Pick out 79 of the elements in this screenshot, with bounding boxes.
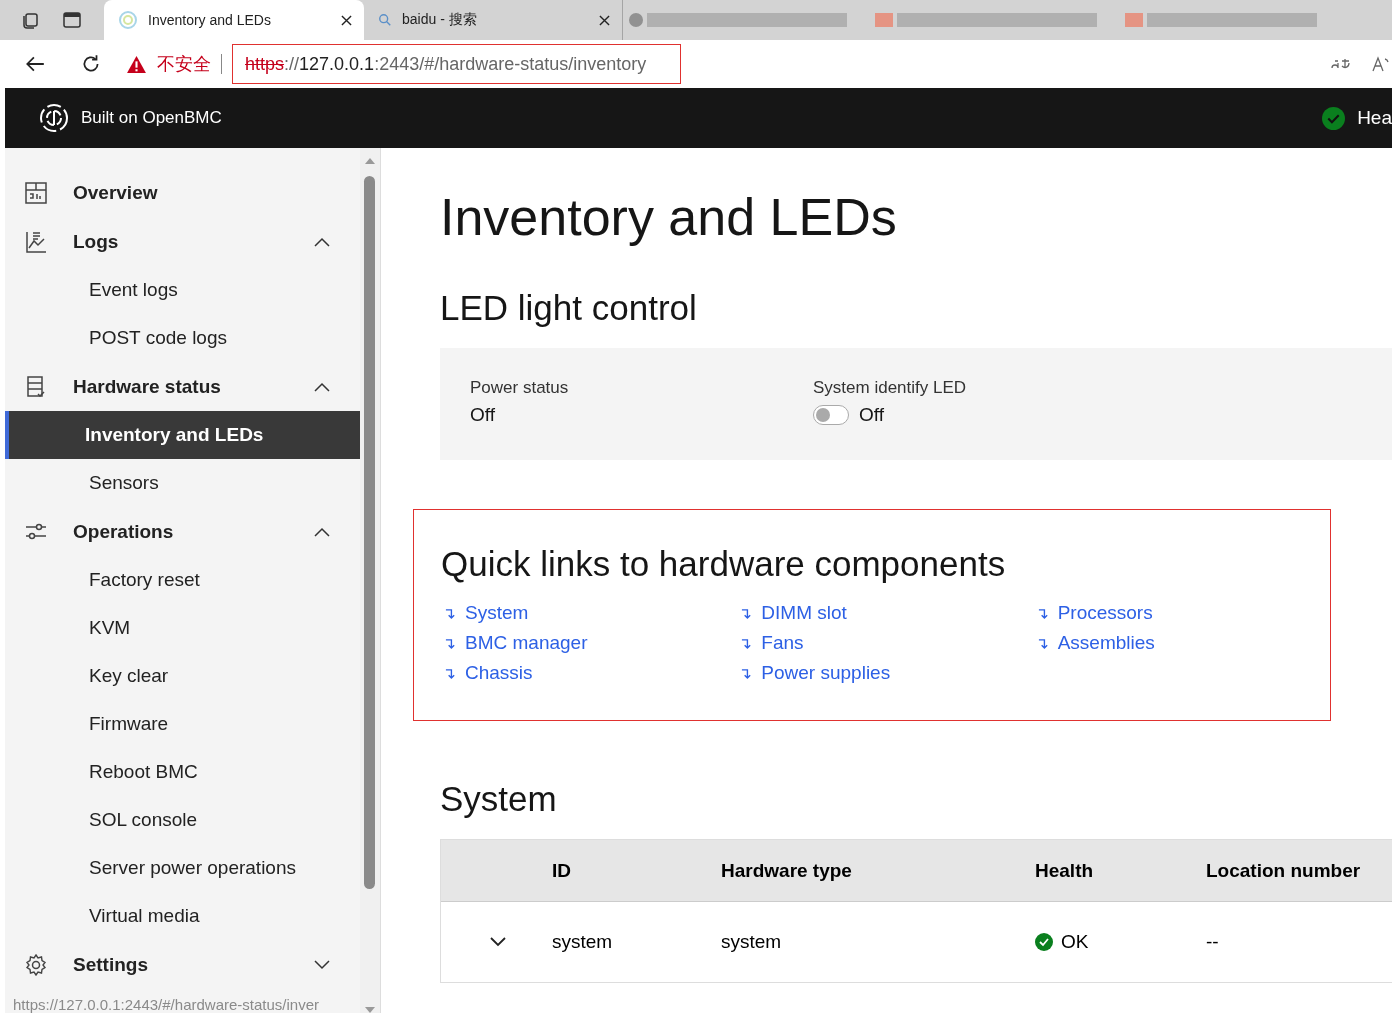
nav-subitem[interactable]: Virtual media xyxy=(5,892,360,940)
chevron-up-icon xyxy=(314,526,330,537)
dashboard-icon xyxy=(25,181,47,204)
table-cell-text: system xyxy=(721,931,783,954)
chevron-down-icon[interactable] xyxy=(490,937,506,948)
tab-actions-icon[interactable] xyxy=(62,10,82,30)
openbmc-logo-icon[interactable] xyxy=(39,103,69,133)
table-cell: OK xyxy=(1061,931,1089,954)
jump-arrow-icon xyxy=(1037,636,1049,650)
address-field[interactable]: https://127.0.0.1:2443/#/hardware-status/inventory xyxy=(232,44,682,84)
brand-name[interactable]: Built on OpenBMC xyxy=(81,108,222,128)
page-title: Inventory and LEDs xyxy=(440,187,898,248)
field-label: Power status xyxy=(470,378,570,399)
read-aloud-icon[interactable] xyxy=(1372,56,1390,72)
nav-item[interactable]: Overview xyxy=(5,168,360,217)
column-header[interactable]: Hardware type xyxy=(721,859,1035,882)
check-circle-icon xyxy=(1035,933,1053,952)
quick-link[interactable]: DIMM slot xyxy=(761,602,847,625)
toggle-label: Off xyxy=(859,404,884,427)
jump-arrow-icon xyxy=(1037,606,1049,620)
tab-title: Inventory and LEDs xyxy=(148,12,272,28)
quick-link[interactable]: Power supplies xyxy=(761,662,891,685)
quick-link[interactable]: Chassis xyxy=(465,662,533,685)
jump-arrow-icon xyxy=(445,666,456,680)
field-label: System identify LED xyxy=(813,378,968,399)
close-icon[interactable] xyxy=(341,14,352,26)
jump-arrow-icon xyxy=(445,606,456,620)
quick-link[interactable]: Fans xyxy=(761,632,804,655)
search-icon xyxy=(378,13,392,27)
nav-subitem[interactable]: KVM xyxy=(5,604,360,652)
nav-subitem[interactable]: Server power operations xyxy=(5,844,360,892)
scrollbar[interactable] xyxy=(360,148,381,1013)
nav-subitem[interactable]: Factory reset xyxy=(5,556,360,604)
section-heading: LED light control xyxy=(440,288,698,329)
section-heading: Quick links to hardware components xyxy=(441,544,1007,585)
nav-subitem[interactable]: POST code logs xyxy=(5,314,360,362)
check-circle-icon xyxy=(1322,106,1346,130)
nav-subitem[interactable]: Sensors xyxy=(5,459,360,507)
jump-arrow-icon xyxy=(741,666,753,680)
jump-arrow-icon xyxy=(445,636,456,650)
table-cell-text: system xyxy=(552,931,614,954)
nav-subitem[interactable]: Key clear xyxy=(5,652,360,700)
quick-link[interactable]: BMC manager xyxy=(465,632,588,655)
jump-arrow-icon xyxy=(741,606,753,620)
nav-subitem[interactable]: Inventory and LEDs xyxy=(5,411,360,459)
table-cell: -- xyxy=(1206,931,1219,954)
quick-link[interactable]: System xyxy=(465,602,529,625)
warning-icon xyxy=(126,54,147,74)
section-heading: System xyxy=(440,779,558,820)
jump-arrow-icon xyxy=(741,636,753,650)
chevron-down-icon xyxy=(314,959,330,970)
toggle-switch[interactable] xyxy=(813,405,849,426)
column-header[interactable]: ID xyxy=(552,859,721,882)
chevron-up-icon xyxy=(314,381,330,392)
openbmc-logo-icon xyxy=(118,10,138,30)
server-list-icon xyxy=(25,375,47,398)
settings-icon xyxy=(25,953,47,976)
health-status-link[interactable]: Hea xyxy=(1357,107,1392,129)
workspaces-icon[interactable] xyxy=(20,10,40,30)
close-icon[interactable] xyxy=(599,14,610,26)
nav-item[interactable]: Settings xyxy=(5,940,360,989)
column-header[interactable]: Location number xyxy=(1206,859,1361,882)
chevron-up-icon xyxy=(314,236,330,247)
tab-title: baidu - 搜索 xyxy=(402,11,478,29)
nav-item[interactable]: Hardware status xyxy=(5,362,360,411)
nav-subitem[interactable]: Event logs xyxy=(5,266,360,314)
browser-tab[interactable]: baidu - 搜索 xyxy=(364,0,622,40)
field-value: Off xyxy=(470,404,496,427)
nav-item[interactable]: Logs xyxy=(5,217,360,266)
security-label[interactable]: 不安全 xyxy=(157,52,211,76)
browser-tab[interactable]: Inventory and LEDs xyxy=(104,0,364,40)
nav-subitem[interactable]: Reboot BMC xyxy=(5,748,360,796)
quick-link[interactable]: Processors xyxy=(1057,602,1153,625)
nav-item[interactable]: Operations xyxy=(5,507,360,556)
chart-icon xyxy=(25,230,47,253)
quick-link[interactable]: Assemblies xyxy=(1057,632,1155,655)
column-header[interactable]: Health xyxy=(1035,859,1206,882)
nav-subitem[interactable]: Firmware xyxy=(5,700,360,748)
nav-subitem[interactable]: SOL console xyxy=(5,796,360,844)
